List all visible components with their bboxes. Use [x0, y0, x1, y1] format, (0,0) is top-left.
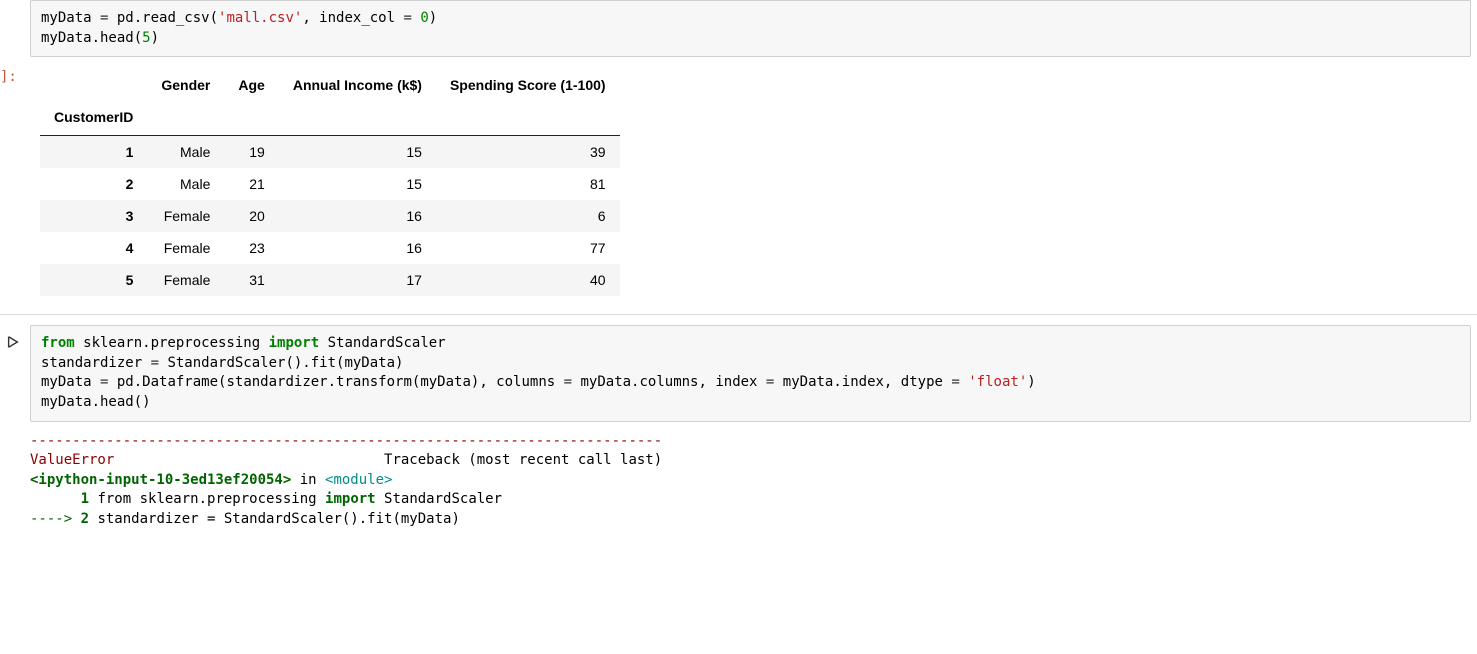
tb-l1-num: 1: [81, 491, 89, 507]
cell-value: Female: [147, 264, 224, 296]
tb-l1-a: from sklearn.preprocessing: [89, 491, 325, 507]
cell-value: 19: [224, 136, 278, 169]
cell-value: 81: [436, 168, 620, 200]
cell-value: 16: [279, 200, 436, 232]
cell-value: 40: [436, 264, 620, 296]
dataframe-table: Gender Age Annual Income (k$) Spending S…: [40, 69, 620, 296]
table-row: 1Male191539: [40, 136, 620, 169]
cell-value: 17: [279, 264, 436, 296]
row-index: 4: [40, 232, 147, 264]
cell-value: 21: [224, 168, 278, 200]
cell-value: Male: [147, 136, 224, 169]
col-gender: Gender: [147, 69, 224, 101]
cell-value: 16: [279, 232, 436, 264]
table-row: 5Female311740: [40, 264, 620, 296]
run-cell-icon[interactable]: [6, 335, 20, 349]
traceback-output: ----------------------------------------…: [30, 432, 1471, 530]
tb-tail: Traceback (most recent call last): [384, 452, 662, 468]
table-row: 4Female231677: [40, 232, 620, 264]
cell-value: Female: [147, 200, 224, 232]
code-cell-1-content: myData = pd.read_csv('mall.csv', index_c…: [41, 10, 437, 46]
tb-module: <module>: [325, 472, 392, 488]
tb-location: <ipython-input-10-3ed13ef20054>: [30, 472, 291, 488]
tb-spacer: [114, 452, 384, 468]
col-income: Annual Income (k$): [279, 69, 436, 101]
row-index: 2: [40, 168, 147, 200]
code-cell-1[interactable]: myData = pd.read_csv('mall.csv', index_c…: [30, 0, 1471, 57]
cell-value: 6: [436, 200, 620, 232]
cell-value: Male: [147, 168, 224, 200]
cell-value: 20: [224, 200, 278, 232]
tb-l1-pre: [30, 491, 81, 507]
dataframe-header-row: Gender Age Annual Income (k$) Spending S…: [40, 69, 620, 101]
tb-l1-kw: import: [325, 491, 376, 507]
cell-divider: [0, 314, 1477, 315]
cell-value: 15: [279, 136, 436, 169]
output-prompt: ]:: [0, 69, 17, 85]
row-index: 3: [40, 200, 147, 232]
table-row: 3Female20166: [40, 200, 620, 232]
code-cell-2-content: from sklearn.preprocessing import Standa…: [41, 335, 1036, 410]
col-age: Age: [224, 69, 278, 101]
tb-dashes: ----------------------------------------…: [30, 432, 1471, 452]
dataframe-output: Gender Age Annual Income (k$) Spending S…: [40, 69, 1477, 296]
code-cell-2[interactable]: from sklearn.preprocessing import Standa…: [30, 325, 1471, 421]
cell-value: 23: [224, 232, 278, 264]
cell-value: 39: [436, 136, 620, 169]
cell-value: 31: [224, 264, 278, 296]
index-name: CustomerID: [40, 101, 147, 136]
row-index: 1: [40, 136, 147, 169]
cell-value: 15: [279, 168, 436, 200]
table-row: 2Male211581: [40, 168, 620, 200]
dataframe-index-name-row: CustomerID: [40, 101, 620, 136]
tb-error-name: ValueError: [30, 452, 114, 468]
tb-l2-num: 2: [81, 511, 89, 527]
tb-in: in: [291, 472, 325, 488]
row-index: 5: [40, 264, 147, 296]
col-score: Spending Score (1-100): [436, 69, 620, 101]
tb-l1-b: StandardScaler: [376, 491, 502, 507]
cell-value: 77: [436, 232, 620, 264]
cell-value: Female: [147, 232, 224, 264]
tb-l2-arrow: ---->: [30, 511, 81, 527]
tb-l2-rest: standardizer = StandardScaler().fit(myDa…: [89, 511, 460, 527]
